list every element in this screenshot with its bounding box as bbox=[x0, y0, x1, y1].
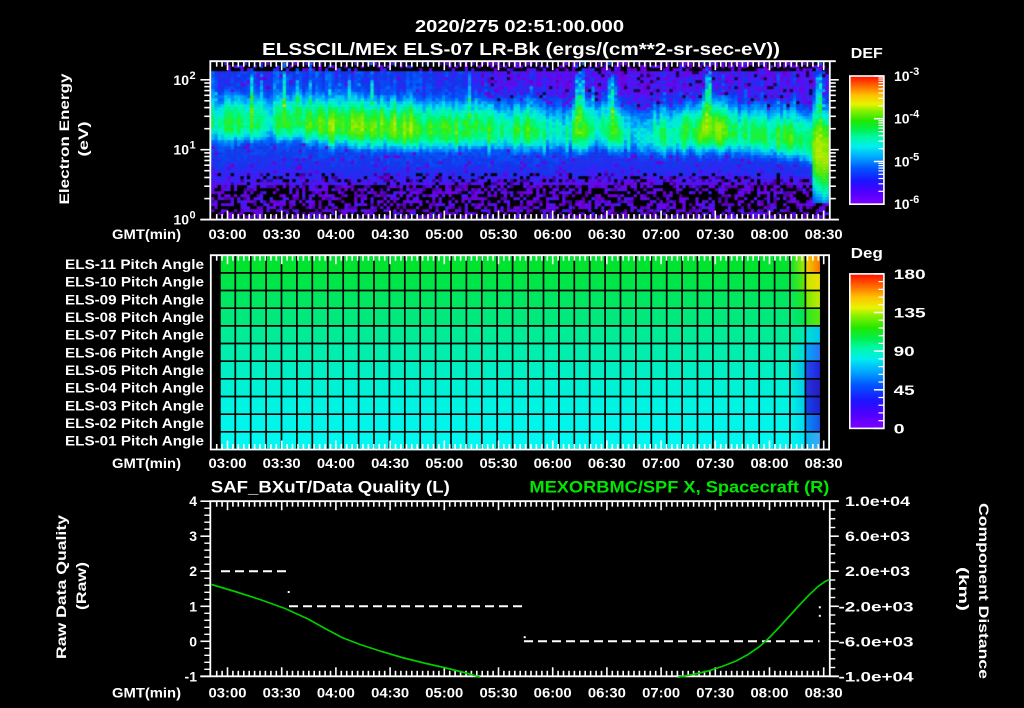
svg-text:10: 10 bbox=[894, 111, 910, 127]
svg-text:90: 90 bbox=[894, 343, 915, 359]
svg-text:MEXORBMC/SPF X, Spacecraft (R): MEXORBMC/SPF X, Spacecraft (R) bbox=[529, 478, 829, 497]
svg-text:2: 2 bbox=[190, 70, 196, 82]
svg-text:ELS-09 Pitch Angle: ELS-09 Pitch Angle bbox=[65, 291, 204, 307]
svg-text:6.0e+03: 6.0e+03 bbox=[845, 528, 910, 544]
svg-text:03:00: 03:00 bbox=[209, 685, 247, 701]
svg-text:1: 1 bbox=[189, 598, 197, 614]
svg-text:07:00: 07:00 bbox=[642, 455, 680, 471]
svg-text:08:30: 08:30 bbox=[805, 685, 843, 701]
svg-text:08:00: 08:00 bbox=[751, 685, 789, 701]
svg-text:05:00: 05:00 bbox=[425, 455, 463, 471]
svg-text:04:00: 04:00 bbox=[317, 226, 355, 242]
svg-text:(Raw): (Raw) bbox=[73, 562, 89, 610]
svg-text:06:30: 06:30 bbox=[588, 226, 626, 242]
svg-text:-6: -6 bbox=[910, 194, 920, 206]
svg-text:10: 10 bbox=[894, 68, 910, 84]
svg-text:(eV): (eV) bbox=[75, 122, 91, 157]
svg-text:GMT(min): GMT(min) bbox=[112, 226, 181, 242]
svg-text:ELS-01 Pitch Angle: ELS-01 Pitch Angle bbox=[65, 433, 204, 449]
svg-text:04:30: 04:30 bbox=[371, 226, 409, 242]
svg-text:1: 1 bbox=[190, 140, 196, 152]
svg-text:-6.0e+03: -6.0e+03 bbox=[839, 633, 914, 649]
svg-text:ELS-02 Pitch Angle: ELS-02 Pitch Angle bbox=[65, 415, 204, 431]
svg-text:08:30: 08:30 bbox=[805, 455, 843, 471]
svg-text:05:30: 05:30 bbox=[480, 226, 518, 242]
svg-text:06:00: 06:00 bbox=[534, 226, 572, 242]
svg-text:-2.0e+03: -2.0e+03 bbox=[839, 598, 914, 614]
svg-text:-5: -5 bbox=[910, 152, 920, 164]
svg-text:07:30: 07:30 bbox=[696, 685, 734, 701]
svg-text:GMT(min): GMT(min) bbox=[112, 685, 181, 701]
svg-text:2.0e+03: 2.0e+03 bbox=[845, 563, 910, 579]
svg-text:10: 10 bbox=[894, 154, 910, 170]
svg-text:06:00: 06:00 bbox=[534, 455, 572, 471]
svg-text:07:30: 07:30 bbox=[696, 226, 734, 242]
svg-text:03:30: 03:30 bbox=[263, 226, 301, 242]
svg-text:ELS-08 Pitch Angle: ELS-08 Pitch Angle bbox=[65, 309, 204, 325]
svg-text:10: 10 bbox=[894, 196, 910, 212]
svg-text:1.0e+04: 1.0e+04 bbox=[845, 493, 910, 509]
svg-text:3: 3 bbox=[189, 528, 197, 544]
svg-text:07:30: 07:30 bbox=[696, 455, 734, 471]
svg-text:04:00: 04:00 bbox=[317, 455, 355, 471]
svg-text:Deg: Deg bbox=[851, 245, 883, 262]
svg-text:0: 0 bbox=[189, 633, 197, 649]
svg-text:03:00: 03:00 bbox=[209, 455, 247, 471]
svg-text:135: 135 bbox=[894, 305, 926, 321]
svg-text:06:30: 06:30 bbox=[588, 685, 626, 701]
svg-text:03:00: 03:00 bbox=[209, 226, 247, 242]
svg-text:05:30: 05:30 bbox=[480, 685, 518, 701]
svg-text:Component Distance: Component Distance bbox=[976, 503, 992, 679]
svg-text:05:30: 05:30 bbox=[480, 455, 518, 471]
svg-text:10: 10 bbox=[173, 72, 189, 88]
svg-text:06:30: 06:30 bbox=[588, 455, 626, 471]
svg-text:06:00: 06:00 bbox=[534, 685, 572, 701]
svg-text:ELSSCIL/MEx ELS-07 LR-Bk (erg: ELSSCIL/MEx ELS-07 LR-Bk (ergs/(cm**2-sr… bbox=[262, 39, 780, 59]
svg-text:GMT(min): GMT(min) bbox=[112, 455, 181, 471]
svg-text:04:00: 04:00 bbox=[317, 685, 355, 701]
svg-text:05:00: 05:00 bbox=[425, 226, 463, 242]
svg-text:ELS-05 Pitch Angle: ELS-05 Pitch Angle bbox=[65, 362, 204, 378]
svg-text:2: 2 bbox=[189, 563, 197, 579]
svg-text:08:00: 08:00 bbox=[751, 226, 789, 242]
svg-text:0: 0 bbox=[894, 420, 905, 436]
svg-text:ELS-10 Pitch Angle: ELS-10 Pitch Angle bbox=[65, 274, 204, 290]
svg-text:10: 10 bbox=[173, 142, 189, 158]
svg-text:180: 180 bbox=[894, 266, 926, 282]
svg-text:SAF_BXuT/Data Quality (L): SAF_BXuT/Data Quality (L) bbox=[211, 478, 450, 497]
svg-text:08:30: 08:30 bbox=[805, 226, 843, 242]
svg-text:03:30: 03:30 bbox=[263, 685, 301, 701]
svg-text:ELS-07 Pitch Angle: ELS-07 Pitch Angle bbox=[65, 327, 204, 343]
svg-text:07:00: 07:00 bbox=[642, 226, 680, 242]
svg-text:(km): (km) bbox=[956, 567, 972, 611]
svg-text:ELS-06 Pitch Angle: ELS-06 Pitch Angle bbox=[65, 344, 204, 360]
svg-text:4: 4 bbox=[189, 493, 197, 509]
svg-text:-4: -4 bbox=[910, 109, 921, 121]
svg-text:-3: -3 bbox=[910, 66, 920, 78]
svg-text:08:00: 08:00 bbox=[751, 455, 789, 471]
svg-text:-1: -1 bbox=[185, 668, 198, 684]
svg-text:Electron Energy: Electron Energy bbox=[56, 73, 72, 204]
svg-text:0: 0 bbox=[190, 210, 196, 222]
svg-text:-1.0e+04: -1.0e+04 bbox=[839, 668, 914, 684]
svg-text:04:30: 04:30 bbox=[371, 455, 409, 471]
svg-text:Raw Data Quality: Raw Data Quality bbox=[53, 515, 69, 659]
svg-text:ELS-04 Pitch Angle: ELS-04 Pitch Angle bbox=[65, 380, 204, 396]
svg-text:05:00: 05:00 bbox=[425, 685, 463, 701]
svg-text:2020/275 02:51:00.000: 2020/275 02:51:00.000 bbox=[415, 16, 624, 36]
svg-text:04:30: 04:30 bbox=[371, 685, 409, 701]
svg-text:ELS-03 Pitch Angle: ELS-03 Pitch Angle bbox=[65, 397, 204, 413]
svg-text:DEF: DEF bbox=[851, 45, 883, 62]
svg-text:ELS-11 Pitch Angle: ELS-11 Pitch Angle bbox=[65, 256, 204, 272]
svg-text:03:30: 03:30 bbox=[263, 455, 301, 471]
svg-text:07:00: 07:00 bbox=[642, 685, 680, 701]
svg-text:45: 45 bbox=[894, 382, 915, 398]
